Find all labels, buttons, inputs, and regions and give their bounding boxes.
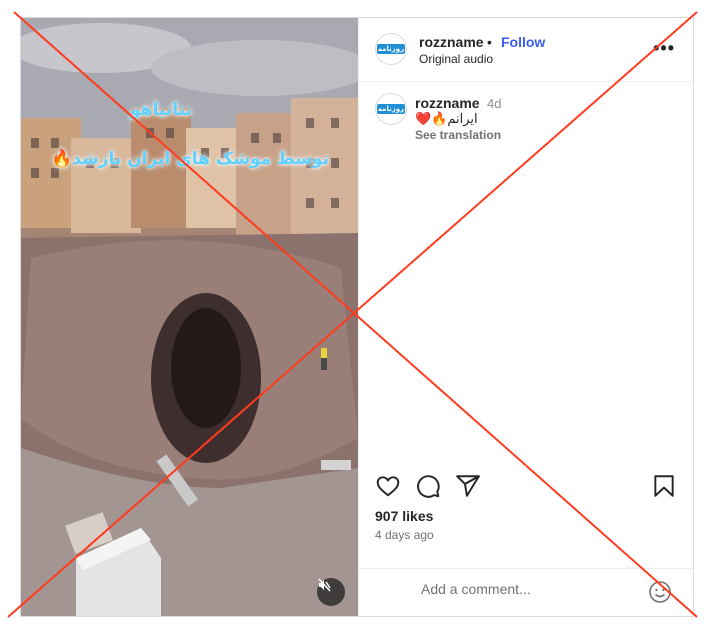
- see-translation-link[interactable]: See translation: [415, 128, 501, 142]
- action-bar: [359, 473, 693, 501]
- video-overlay-text-line1: نتانیاهو: [130, 100, 192, 120]
- audio-label[interactable]: Original audio: [419, 52, 493, 66]
- post-timestamp: 4 days ago: [375, 528, 434, 542]
- caption-avatar[interactable]: روزنامه: [375, 93, 407, 125]
- share-icon: [456, 475, 480, 497]
- comment-button[interactable]: [415, 473, 441, 499]
- post-frame: نتانیاهو توسط موشک های ایران بازشد🔥 روزن…: [20, 17, 694, 617]
- more-options-button[interactable]: •••: [653, 38, 675, 59]
- video-player[interactable]: نتانیاهو توسط موشک های ایران بازشد🔥: [21, 18, 358, 616]
- avatar[interactable]: روزنامه: [375, 33, 407, 65]
- emoji-button[interactable]: [648, 580, 672, 604]
- follow-button[interactable]: Follow: [501, 34, 545, 50]
- caption-username[interactable]: rozzname: [415, 95, 480, 111]
- post-side-panel: روزنامه rozzname • Follow Original audio…: [358, 18, 693, 616]
- avatar-logo: روزنامه: [377, 104, 405, 114]
- comment-icon: [417, 475, 440, 498]
- comment-box: Add a comment...: [359, 568, 693, 616]
- caption-text: ایرانم🔥❤️: [415, 112, 478, 127]
- video-overlay-text-line2: توسط موشک های ایران بازشد🔥: [51, 149, 330, 169]
- post-header: روزنامه rozzname • Follow Original audio…: [359, 18, 693, 82]
- separator-dot: •: [487, 34, 492, 50]
- like-count[interactable]: 907 likes: [375, 508, 433, 524]
- avatar-logo: روزنامه: [377, 44, 405, 54]
- share-button[interactable]: [455, 473, 481, 499]
- save-button[interactable]: [651, 473, 677, 499]
- heart-icon: [376, 476, 400, 497]
- bookmark-icon: [654, 475, 674, 497]
- comment-input[interactable]: Add a comment...: [421, 581, 641, 597]
- mute-button[interactable]: [317, 578, 345, 606]
- like-button[interactable]: [375, 473, 401, 499]
- caption-age[interactable]: 4d: [487, 96, 501, 111]
- header-username[interactable]: rozzname: [419, 34, 484, 50]
- emoji-icon: [649, 581, 671, 603]
